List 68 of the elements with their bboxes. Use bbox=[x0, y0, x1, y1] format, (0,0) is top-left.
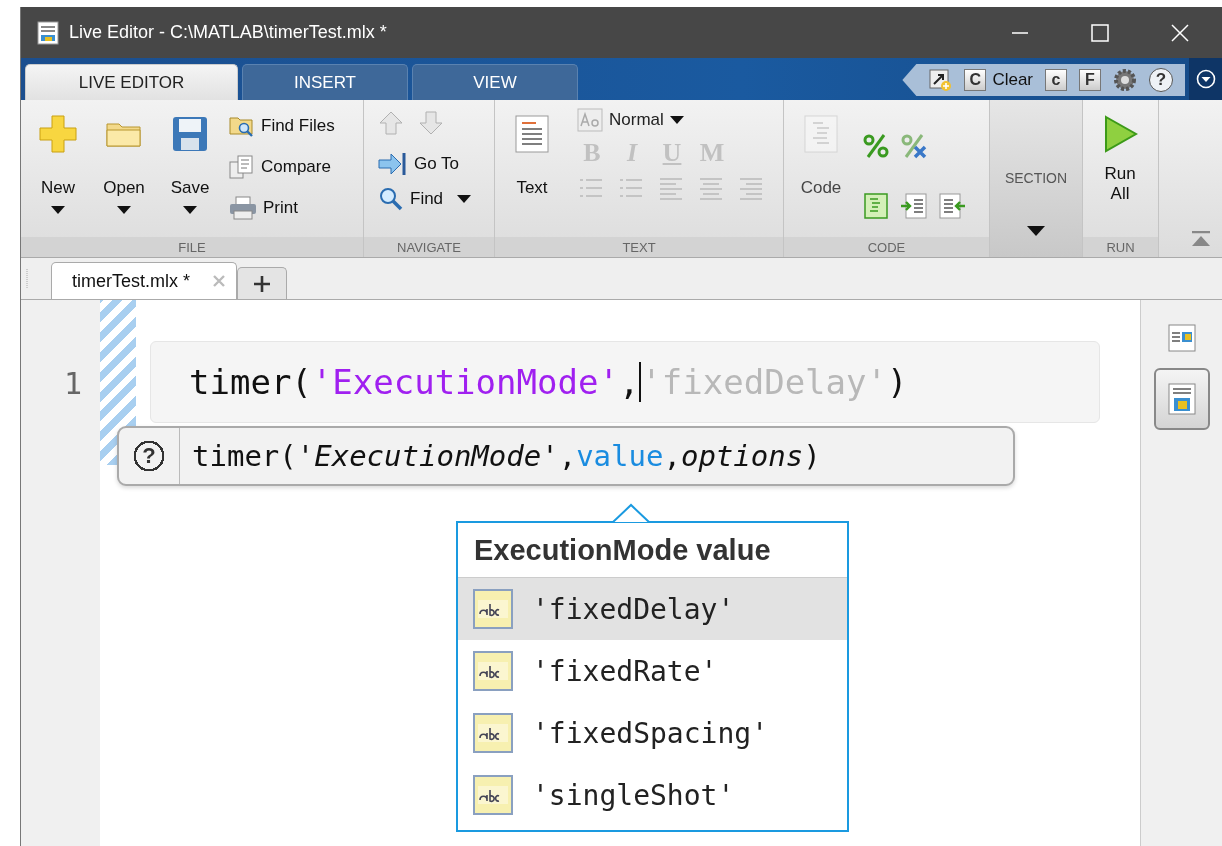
percent-icon[interactable] bbox=[862, 132, 890, 160]
compare-documents-icon bbox=[229, 154, 255, 179]
line-number: 1 bbox=[63, 366, 82, 401]
comment-document-icon[interactable] bbox=[862, 191, 890, 220]
caret-icon bbox=[183, 206, 197, 214]
ribbon-tab[interactable]: VIEW bbox=[412, 64, 578, 100]
dropdown-circle-icon[interactable] bbox=[1196, 69, 1216, 89]
completion-item[interactable]: 'singleShot' bbox=[458, 764, 847, 826]
completion-item[interactable]: 'fixedDelay' bbox=[458, 578, 847, 640]
ribbon-button[interactable]: Open bbox=[93, 108, 155, 237]
help-button[interactable]: ? bbox=[1149, 68, 1173, 92]
completion-item[interactable]: 'fixedSpacing' bbox=[458, 702, 847, 764]
window-title: Live Editor - C:\MATLAB\timerTest.mlx * bbox=[69, 22, 387, 43]
caret-icon bbox=[669, 116, 684, 124]
text-document-icon bbox=[514, 114, 550, 154]
search-icon bbox=[378, 185, 404, 212]
ribbon-button[interactable]: Compare bbox=[229, 151, 335, 182]
string-type-icon bbox=[472, 712, 514, 754]
ribbon-button[interactable]: Find bbox=[378, 183, 472, 214]
ribbon-tab[interactable]: INSERT bbox=[242, 64, 408, 100]
maximize-icon[interactable] bbox=[1091, 23, 1109, 42]
play-icon bbox=[1102, 114, 1138, 154]
ribbon-button[interactable]: Text bbox=[501, 108, 563, 237]
group-label: RUN bbox=[1106, 239, 1135, 255]
output-below-icon bbox=[1168, 383, 1196, 415]
printer-icon bbox=[229, 195, 257, 220]
font-style-icon bbox=[577, 108, 603, 132]
code-document-icon bbox=[803, 114, 839, 154]
plus-icon bbox=[38, 114, 78, 154]
caret-icon bbox=[1027, 226, 1045, 236]
percent-remove-icon[interactable] bbox=[900, 132, 928, 160]
style-dropdown[interactable]: Normal bbox=[577, 108, 765, 132]
caret-icon bbox=[117, 206, 131, 214]
new-tab-button[interactable] bbox=[237, 267, 287, 299]
completion-item[interactable]: 'fixedRate' bbox=[458, 640, 847, 702]
group-label: CODE bbox=[867, 239, 906, 255]
string-type-icon bbox=[472, 774, 514, 816]
ribbon-button[interactable]: Print bbox=[229, 192, 335, 223]
grip-icon[interactable] bbox=[25, 268, 29, 289]
plus-icon bbox=[253, 274, 271, 293]
group-label: NAVIGATE bbox=[397, 239, 461, 255]
document-tab[interactable]: timerTest.mlx * bbox=[51, 262, 237, 299]
caret-icon bbox=[51, 206, 65, 214]
clear-label[interactable]: Clear bbox=[992, 70, 1033, 90]
string-type-icon bbox=[472, 588, 514, 630]
group-label: FILE bbox=[178, 239, 206, 255]
settings-icon[interactable] bbox=[1113, 68, 1137, 92]
ribbon-button[interactable]: New bbox=[27, 108, 89, 237]
group-label: TEXT bbox=[622, 239, 656, 255]
output-inline-icon bbox=[1168, 324, 1196, 352]
go-to-arrow-icon bbox=[378, 150, 408, 177]
quick-access-button[interactable]: F bbox=[1079, 69, 1101, 91]
ribbon-button[interactable]: Find Files bbox=[229, 110, 335, 141]
string-type-icon bbox=[472, 650, 514, 692]
view-toggle-button[interactable] bbox=[1154, 368, 1210, 430]
caret-icon bbox=[457, 194, 472, 203]
function-signature: timer('ExecutionMode',value,options) bbox=[191, 438, 821, 475]
quick-access-button[interactable]: c bbox=[1045, 69, 1067, 91]
ribbon-button[interactable]: Save bbox=[159, 108, 221, 237]
shortcut-add-icon[interactable] bbox=[928, 68, 953, 92]
outdent-icon[interactable] bbox=[938, 191, 966, 220]
ribbon-tab[interactable]: LIVE EDITOR bbox=[25, 64, 238, 100]
indent-icon[interactable] bbox=[900, 191, 928, 220]
ribbon-button[interactable]: Go To bbox=[378, 148, 472, 179]
live-editor-icon bbox=[37, 20, 59, 45]
run-all-button[interactable]: Run All bbox=[1089, 108, 1151, 237]
quick-access-button[interactable]: C bbox=[964, 69, 987, 91]
collapse-ribbon-icon[interactable] bbox=[1191, 231, 1211, 247]
